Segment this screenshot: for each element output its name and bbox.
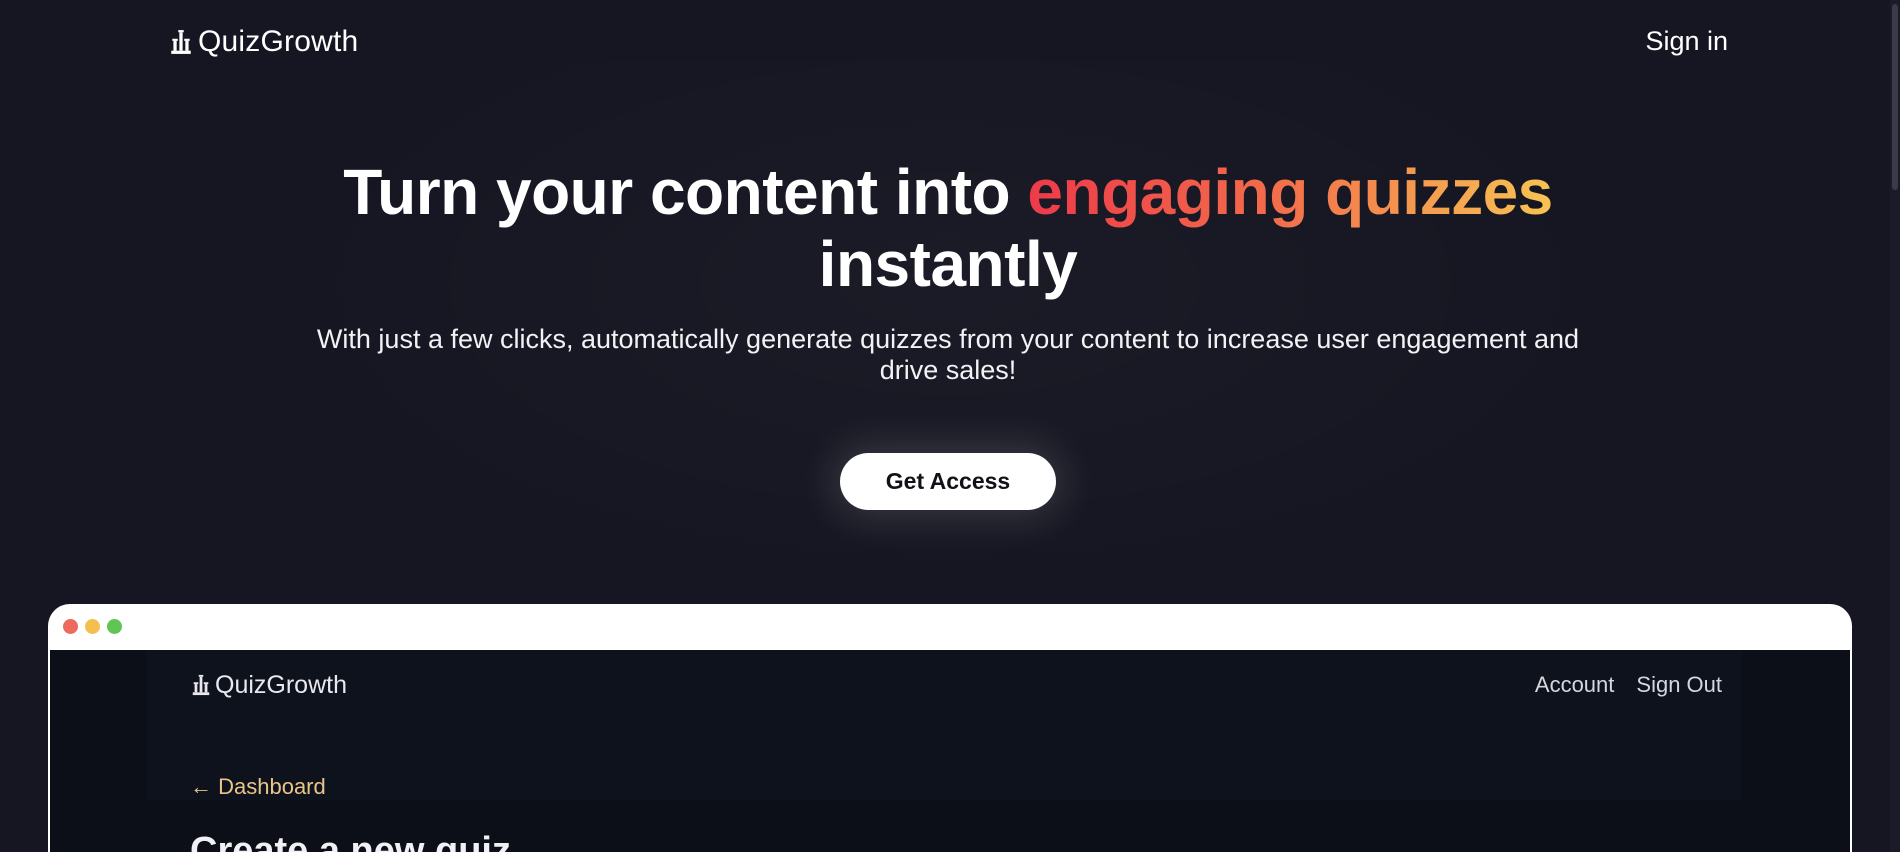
preview-dashboard-back-link[interactable]: ← Dashboard (190, 774, 326, 800)
scrollbar-thumb[interactable] (1892, 4, 1898, 190)
window-minimize-dot (85, 619, 100, 634)
hero-title: Turn your content into engaging quizzes … (250, 156, 1646, 300)
castle-icon (192, 674, 210, 696)
preview-page-heading: Create a new quiz (190, 830, 511, 852)
hero-title-tail: instantly (818, 228, 1078, 300)
hero-title-highlight: engaging quizzes (1027, 156, 1553, 228)
page-scrollbar[interactable] (1890, 0, 1900, 852)
sign-in-link[interactable]: Sign in (1645, 26, 1728, 57)
logo-link[interactable]: QuizGrowth (168, 24, 358, 60)
window-close-dot (63, 619, 78, 634)
preview-app-body: QuizGrowth Account Sign Out ← Dashboard … (50, 650, 1850, 852)
hero-title-lead: Turn your content into (343, 156, 1011, 228)
logo-text: QuizGrowth (198, 25, 359, 58)
preview-logo-text: QuizGrowth (215, 670, 347, 699)
preview-sign-out-link[interactable]: Sign Out (1636, 672, 1722, 698)
preview-account-link[interactable]: Account (1535, 672, 1615, 698)
window-titlebar (48, 604, 1852, 650)
window-maximize-dot (107, 619, 122, 634)
preview-logo: QuizGrowth (190, 670, 347, 700)
hero-subtitle: With just a few clicks, automatically ge… (316, 324, 1580, 385)
castle-icon (171, 30, 191, 54)
preview-nav-links: Account Sign Out (1535, 672, 1722, 698)
top-nav: QuizGrowth Sign in (0, 0, 1900, 86)
get-access-button[interactable]: Get Access (840, 453, 1056, 510)
preview-header (146, 650, 1742, 800)
app-preview-window: QuizGrowth Account Sign Out ← Dashboard … (48, 604, 1852, 852)
